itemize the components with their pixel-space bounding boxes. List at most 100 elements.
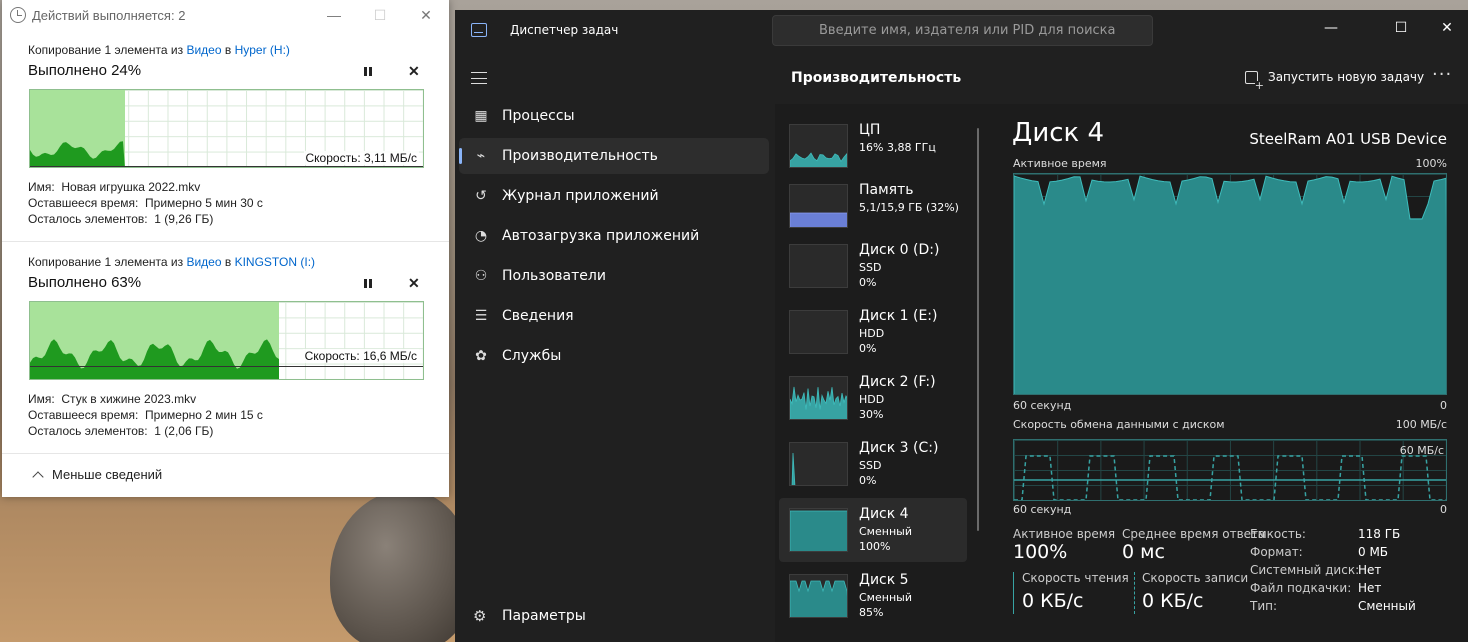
chevron-up-icon [32,471,43,482]
nav-item-label: Процессы [502,108,575,124]
source-link[interactable]: Видео [186,255,221,269]
settings-label: Параметры [502,608,586,624]
minimize-button[interactable]: — [1308,15,1354,41]
perf-thumbnail [789,244,848,288]
maximize-button[interactable]: ☐ [1378,15,1424,41]
perf-item-disk-4[interactable]: Диск 4 Сменный 100% [779,498,967,562]
task-manager-title: Диспетчер задач [510,23,618,37]
copy-details: Имя: Новая игрушка 2022.mkv Оставшееся в… [28,179,263,227]
minimize-button[interactable]: — [311,0,357,30]
perf-thumbnail-fill [790,213,848,228]
graph-time-span: 60 секунд [1013,503,1071,516]
copy-operation-heading: Копирование 1 элемента из Видео в Hyper … [28,43,290,57]
perf-item-usage: 0% [859,276,876,289]
less-details-button[interactable]: Меньше сведений [30,467,162,482]
perf-item-name: Диск 3 (C:) [859,440,938,456]
navigation-sidebar: ▦ Процессы ⌁ Производительность ↺ Журнал… [455,50,775,642]
task-manager-app-icon [471,23,487,37]
perf-item-disk-0[interactable]: Диск 0 (D:) SSD 0% [779,234,967,298]
perf-item-name: Диск 1 (E:) [859,308,937,324]
perf-thumbnail [789,574,848,618]
perf-thumbnail-graph [790,311,848,354]
performance-panel: Производительность Запустить новую задач… [775,50,1468,642]
scrollbar[interactable] [977,128,979,531]
pause-button[interactable] [362,66,374,78]
perf-item-detail: HDD [859,393,884,406]
perf-item-name: Диск 5 [859,572,909,588]
close-button[interactable]: ✕ [403,0,449,30]
write-speed-indicator [1134,572,1135,614]
destination-link[interactable]: Hyper (H:) [235,43,290,57]
nav-item-users[interactable]: ⚇ Пользователи [459,258,769,294]
perf-thumbnail-fill [790,453,848,486]
copy-progress-dialog: Действий выполняется: 2 — ☐ ✕ Копировани… [2,0,449,497]
stat-active-time-value: 100% [1013,541,1067,563]
more-options-icon[interactable]: ··· [1432,64,1452,85]
task-manager-window: Диспетчер задач Введите имя, издателя ил… [455,10,1468,642]
perf-item-disk-3[interactable]: Диск 3 (C:) SSD 0% [779,432,967,496]
perf-thumbnail-graph [790,575,848,618]
heading-text: в [222,43,235,57]
transfer-rate-lines [1014,440,1447,501]
items-label: Осталось элементов: [28,424,148,438]
task-manager-titlebar[interactable]: Диспетчер задач Введите имя, издателя ил… [455,10,1468,50]
cancel-copy-button[interactable]: ✕ [408,63,420,80]
perf-item-detail: SSD [859,459,881,472]
performance-icon: ⌁ [473,148,489,164]
prop-page-file-value: Нет [1358,581,1381,595]
disk-title: Диск 4 [1012,118,1104,148]
perf-item-disk-2[interactable]: Диск 2 (F:) HDD 30% [779,366,967,430]
copy-details: Имя: Стук в хижине 2023.mkv Оставшееся в… [28,391,263,439]
perf-item-name: ЦП [859,122,880,138]
search-input[interactable]: Введите имя, издателя или PID для поиска [772,15,1153,46]
nav-item-app-history[interactable]: ↺ Журнал приложений [459,178,769,214]
source-link[interactable]: Видео [186,43,221,57]
perf-item-memory[interactable]: Память 5,1/15,9 ГБ (32%) [779,174,967,238]
nav-item-startup-apps[interactable]: ◔ Автозагрузка приложений [459,218,769,254]
perf-item-disk-1[interactable]: Диск 1 (E:) HDD 0% [779,300,967,364]
clock-icon [10,7,26,23]
settings-button[interactable]: ⚙ Параметры [459,598,769,634]
users-icon: ⚇ [473,268,489,284]
run-new-task-button[interactable]: Запустить новую задачу [1245,70,1424,84]
copy-operation-heading: Копирование 1 элемента из Видео в KINGST… [28,255,315,269]
perf-item-detail: HDD [859,327,884,340]
close-button[interactable]: ✕ [1424,15,1468,41]
new-task-icon [1245,71,1258,84]
nav-item-services[interactable]: ✿ Службы [459,338,769,374]
pause-button[interactable] [362,278,374,290]
perf-thumbnail-fill [790,153,848,168]
disk-device-name: SteelRam A01 USB Device [1249,130,1447,148]
performance-resource-list: ЦП 16% 3,88 ГГц Память 5,1/15,9 ГБ (32%)… [775,104,975,642]
nav-item-label: Службы [502,348,561,364]
nav-item-label: Автозагрузка приложений [502,228,699,244]
prop-system-disk-label: Системный диск: [1250,563,1359,577]
active-time-graph [1013,173,1447,395]
speed-line [30,166,423,167]
perf-item-detail: Сменный [859,591,912,604]
less-details-label: Меньше сведений [52,467,162,482]
copy-dialog-titlebar[interactable]: Действий выполняется: 2 — ☐ ✕ [2,0,449,30]
prop-type-value: Сменный [1358,599,1416,613]
perf-item-cpu[interactable]: ЦП 16% 3,88 ГГц [779,114,967,178]
items-value: 1 (2,06 ГБ) [154,424,213,438]
cancel-copy-button[interactable]: ✕ [408,275,420,292]
perf-thumbnail [789,376,848,420]
nav-item-details[interactable]: ☰ Сведения [459,298,769,334]
perf-item-detail: 5,1/15,9 ГБ (32%) [859,201,959,214]
active-time-area-fill [1014,176,1447,395]
transfer-rate-mark-label: 60 МБ/с [1400,444,1444,457]
prop-format-value: 0 МБ [1358,545,1388,559]
transfer-rate-graph-label: Скорость обмена данными с диском [1013,418,1225,431]
perf-item-disk-5[interactable]: Диск 5 Сменный 85% [779,564,967,628]
perf-item-usage: 30% [859,408,883,421]
prop-capacity-value: 118 ГБ [1358,527,1400,541]
nav-item-processes[interactable]: ▦ Процессы [459,98,769,134]
destination-link[interactable]: KINGSTON (I:) [235,255,315,269]
hamburger-menu-icon[interactable] [471,72,487,84]
nav-item-performance[interactable]: ⌁ Производительность [459,138,769,174]
nav-item-label: Производительность [502,148,658,164]
page-title: Производительность [791,70,961,86]
time-label: Оставшееся время: [28,196,138,210]
processes-icon: ▦ [473,108,489,124]
